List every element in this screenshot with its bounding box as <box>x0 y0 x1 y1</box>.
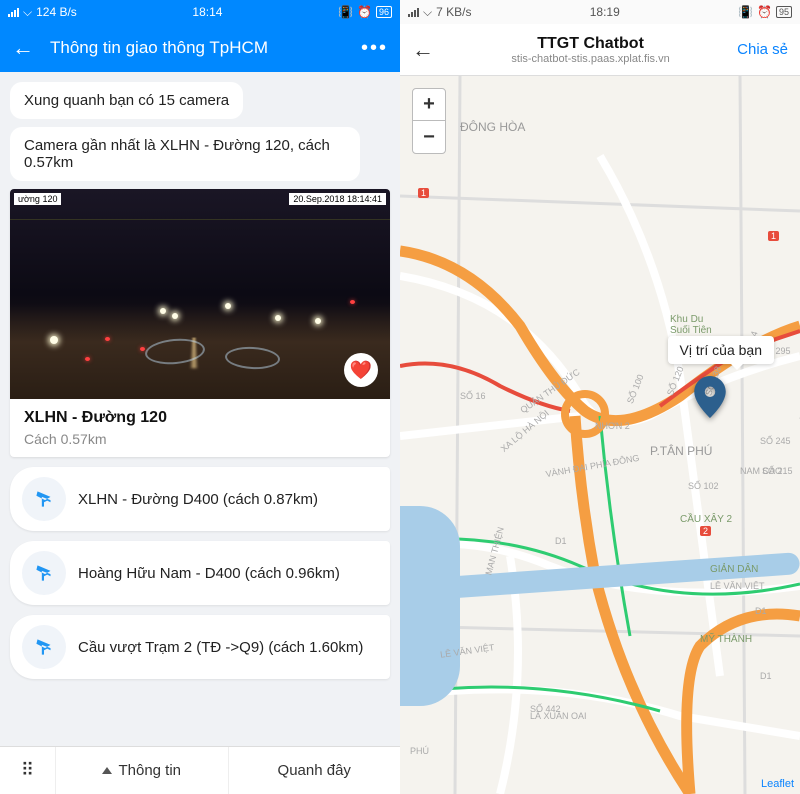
nearby-tab[interactable]: Quanh đây <box>229 747 401 794</box>
chat-header: ← Thông tin giao thông TpHCM ••• <box>0 24 400 72</box>
map-label: MỸ THÀNH <box>700 634 752 645</box>
alarm-icon: ⏰ <box>757 5 772 19</box>
camera-item-label: XLHN - Đường D400 (cách 0.87km) <box>78 491 318 508</box>
favorite-button[interactable]: ❤️ <box>344 353 378 387</box>
map-label: SỐ 215 <box>762 466 793 476</box>
share-button[interactable]: Chia sẻ <box>737 41 788 58</box>
map-label: GIẢN DÂN <box>710 564 758 575</box>
battery-level: 96 <box>376 6 392 18</box>
camera-icon <box>22 625 66 669</box>
map-label: 2 <box>700 526 711 536</box>
more-button[interactable]: ••• <box>361 37 388 60</box>
status-bar-right: ⌵ 7 KB/s 18:19 📳 ⏰ 95 <box>400 0 800 24</box>
wifi-icon: ⌵ <box>423 5 432 20</box>
phone-right-map: ⌵ 7 KB/s 18:19 📳 ⏰ 95 ← TTGT Chatbot sti… <box>400 0 800 794</box>
map-label: NHƠN 2 <box>595 421 630 431</box>
message-bubble: Camera gần nhất là XLHN - Đường 120, các… <box>10 127 360 181</box>
wifi-icon: ⌵ <box>23 5 32 20</box>
map-label: Khu Du Suối Tiên <box>670 314 712 336</box>
map-label: SỐ 16 <box>460 391 486 401</box>
map-label: 1 <box>418 188 429 198</box>
map-roads <box>400 76 800 794</box>
camera-distance: Cách 0.57km <box>24 431 376 447</box>
camera-overlay: ường 120 <box>14 193 61 205</box>
camera-icon <box>22 477 66 521</box>
phone-left-chat: ⌵ 124 B/s 18:14 📳 ⏰ 96 ← Thông tin giao … <box>0 0 400 794</box>
net-speed: 7 KB/s <box>436 5 471 19</box>
zoom-control: + − <box>412 88 446 154</box>
camera-image: ường 120 20.Sep.2018 18:14:41 ❤️ <box>10 189 390 399</box>
back-button[interactable]: ← <box>12 35 34 61</box>
camera-item-label: Hoàng Hữu Nam - D400 (cách 0.96km) <box>78 565 340 582</box>
camera-item-label: Cầu vượt Trạm 2 (TĐ ->Q9) (cách 1.60km) <box>78 639 363 656</box>
map-label: SỐ 442 <box>530 704 561 714</box>
camera-timestamp: 20.Sep.2018 18:14:41 <box>289 193 386 205</box>
alarm-icon: ⏰ <box>357 5 372 19</box>
map[interactable]: + − <box>400 76 800 794</box>
vibrate-icon: 📳 <box>738 5 753 19</box>
clock: 18:14 <box>192 5 222 19</box>
browser-url: stis-chatbot-stis.paas.xplat.fis.vn <box>444 53 737 65</box>
map-label: ĐÔNG HÒA <box>460 120 525 134</box>
map-label: LÊ VĂN VIỆT <box>710 581 765 591</box>
camera-name: XLHN - Đường 120 <box>24 409 376 427</box>
triangle-up-icon <box>102 767 112 774</box>
map-label: PHÚ <box>410 746 429 756</box>
bottom-bar: ⠿ Thông tin Quanh đây <box>0 746 400 794</box>
camera-card[interactable]: ường 120 20.Sep.2018 18:14:41 ❤️ XLH <box>10 189 390 457</box>
map-label: SỐ 245 <box>760 436 791 446</box>
camera-icon <box>22 551 66 595</box>
zoom-in-button[interactable]: + <box>413 89 445 121</box>
camera-list-item[interactable]: XLHN - Đường D400 (cách 0.87km) <box>10 467 390 531</box>
map-label: SỐ 102 <box>688 481 719 491</box>
nearby-label: Quanh đây <box>278 762 351 779</box>
vibrate-icon: 📳 <box>338 5 353 19</box>
status-bar-left: ⌵ 124 B/s 18:14 📳 ⏰ 96 <box>0 0 400 24</box>
map-label: D1 <box>555 536 567 546</box>
battery-level: 95 <box>776 6 792 18</box>
info-tab[interactable]: Thông tin <box>56 747 229 794</box>
signal-icon <box>8 7 19 17</box>
camera-list-item[interactable]: Hoàng Hữu Nam - D400 (cách 0.96km) <box>10 541 390 605</box>
browser-title: TTGT Chatbot <box>444 35 737 53</box>
map-label: 1 <box>768 231 779 241</box>
map-label: D1 <box>755 606 767 616</box>
map-label: P.TÂN PHÚ <box>650 444 712 458</box>
leaflet-attribution[interactable]: Leaflet <box>761 778 794 790</box>
location-pin[interactable] <box>694 376 726 423</box>
message-bubble: Xung quanh bạn có 15 camera <box>10 82 243 119</box>
chat-title: Thông tin giao thông TpHCM <box>50 38 361 58</box>
zoom-out-button[interactable]: − <box>413 121 445 153</box>
browser-back-button[interactable]: ← <box>412 37 434 63</box>
message-list: Xung quanh bạn có 15 camera Camera gần n… <box>0 72 400 746</box>
signal-icon <box>408 7 419 17</box>
location-bubble: Vị trí của bạn <box>668 336 775 364</box>
keyboard-button[interactable]: ⠿ <box>0 747 56 794</box>
map-label: CẦU XÂY 2 <box>680 514 732 525</box>
browser-header: ← TTGT Chatbot stis-chatbot-stis.paas.xp… <box>400 24 800 76</box>
map-label: D1 <box>760 671 772 681</box>
camera-list-item[interactable]: Cầu vượt Trạm 2 (TĐ ->Q9) (cách 1.60km) <box>10 615 390 679</box>
clock: 18:19 <box>590 5 620 19</box>
net-speed: 124 B/s <box>36 5 77 19</box>
info-label: Thông tin <box>118 762 181 779</box>
